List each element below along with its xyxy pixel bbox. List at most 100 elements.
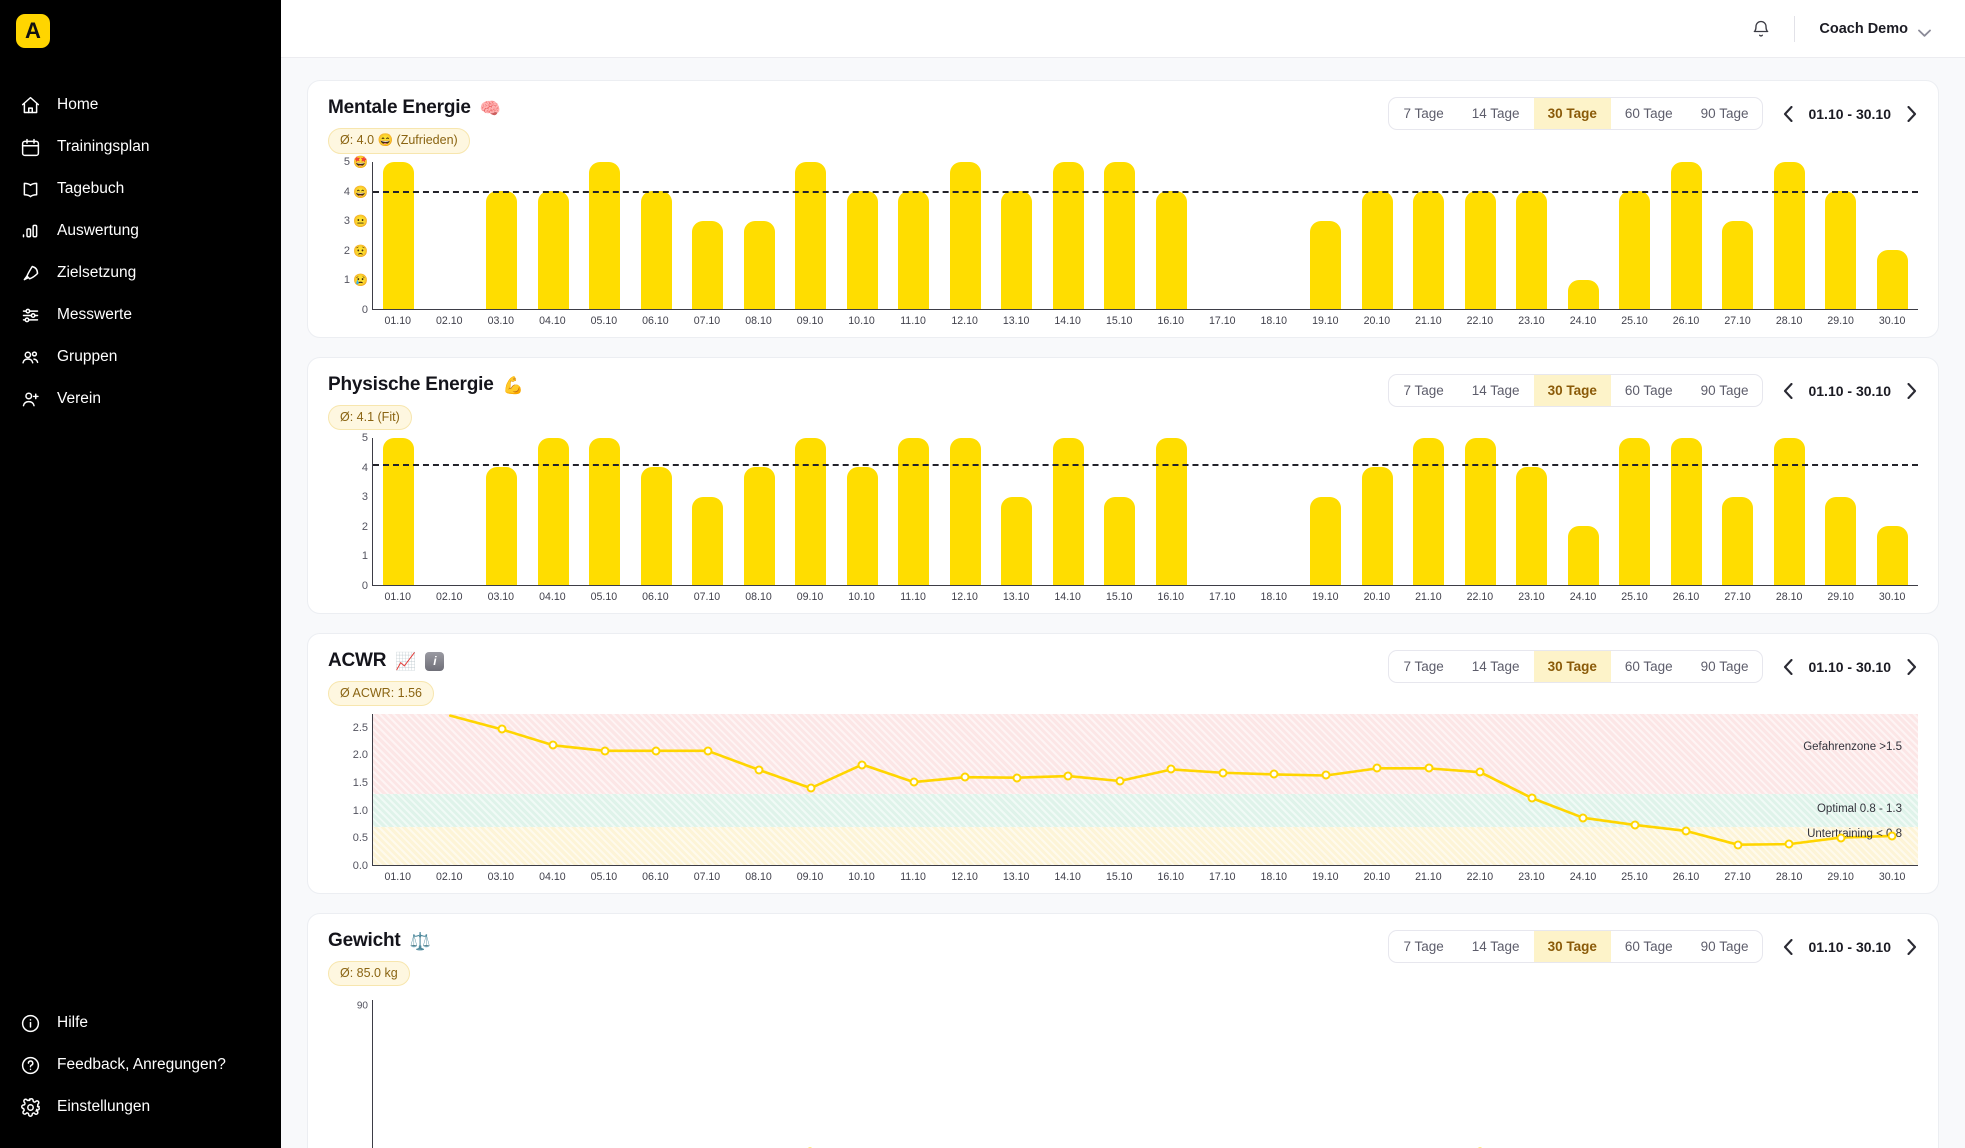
data-point[interactable]: [1578, 813, 1588, 823]
bar-column[interactable]: [1815, 438, 1867, 585]
bar-column[interactable]: [1712, 438, 1764, 585]
bar-column[interactable]: [528, 438, 580, 585]
bar[interactable]: [1825, 191, 1857, 309]
bar[interactable]: [1464, 438, 1496, 585]
range-btn-30[interactable]: 30 Tage: [1533, 651, 1611, 682]
data-point[interactable]: [1424, 763, 1434, 773]
bar-column[interactable]: [837, 162, 889, 309]
bar[interactable]: [1310, 496, 1342, 585]
data-point[interactable]: [600, 746, 610, 756]
bar[interactable]: [1619, 438, 1651, 585]
bar[interactable]: [1567, 279, 1599, 309]
data-point[interactable]: [1321, 770, 1331, 780]
bar-column[interactable]: [425, 162, 477, 309]
bar[interactable]: [846, 467, 878, 585]
data-point[interactable]: [1063, 771, 1073, 781]
data-point[interactable]: [548, 740, 558, 750]
bar-column[interactable]: [785, 438, 837, 585]
sidebar-item-tagebuch[interactable]: Tagebuch: [0, 168, 281, 210]
range-btn-30[interactable]: 30 Tage: [1533, 931, 1611, 962]
bar[interactable]: [1464, 191, 1496, 309]
bar-column[interactable]: [1455, 162, 1507, 309]
bar-column[interactable]: [940, 162, 992, 309]
bar[interactable]: [743, 467, 775, 585]
bar[interactable]: [795, 162, 827, 309]
range-btn-60[interactable]: 60 Tage: [1611, 375, 1687, 406]
sidebar-item-einstellungen[interactable]: Einstellungen: [0, 1086, 281, 1128]
range-btn-7[interactable]: 7 Tage: [1389, 375, 1457, 406]
bar-column[interactable]: [1249, 438, 1301, 585]
bar-column[interactable]: [1094, 438, 1146, 585]
bar[interactable]: [1516, 467, 1548, 585]
range-btn-60[interactable]: 60 Tage: [1611, 931, 1687, 962]
data-point[interactable]: [1784, 839, 1794, 849]
bar[interactable]: [486, 467, 518, 585]
bar-column[interactable]: [1867, 162, 1919, 309]
bar[interactable]: [1722, 220, 1754, 309]
bar[interactable]: [1876, 250, 1908, 309]
bar[interactable]: [486, 191, 518, 309]
data-point[interactable]: [909, 777, 919, 787]
bar-column[interactable]: [1558, 162, 1610, 309]
bar-column[interactable]: [1403, 438, 1455, 585]
data-point[interactable]: [1681, 826, 1691, 836]
user-menu[interactable]: Coach Demo: [1819, 21, 1931, 37]
bar[interactable]: [898, 191, 930, 309]
data-point[interactable]: [1836, 833, 1846, 843]
bar-column[interactable]: [1867, 438, 1919, 585]
bar[interactable]: [1773, 162, 1805, 309]
data-point[interactable]: [1115, 776, 1125, 786]
range-btn-7[interactable]: 7 Tage: [1389, 651, 1457, 682]
bar[interactable]: [795, 438, 827, 585]
range-btn-60[interactable]: 60 Tage: [1611, 651, 1687, 682]
bar[interactable]: [692, 220, 724, 309]
prev-period-icon[interactable]: [1781, 938, 1795, 956]
bar-column[interactable]: [425, 438, 477, 585]
bar-column[interactable]: [1764, 438, 1816, 585]
bar-column[interactable]: [991, 438, 1043, 585]
bar[interactable]: [1722, 496, 1754, 585]
data-point[interactable]: [1269, 769, 1279, 779]
range-btn-14[interactable]: 14 Tage: [1458, 651, 1534, 682]
next-period-icon[interactable]: [1904, 382, 1918, 400]
data-point[interactable]: [754, 765, 764, 775]
bar[interactable]: [1104, 496, 1136, 585]
range-btn-90[interactable]: 90 Tage: [1687, 651, 1763, 682]
bar[interactable]: [1310, 220, 1342, 309]
bar-column[interactable]: [1506, 438, 1558, 585]
bar-column[interactable]: [1661, 438, 1713, 585]
bar[interactable]: [1052, 162, 1084, 309]
bar-column[interactable]: [682, 438, 734, 585]
sidebar-item-hilfe[interactable]: Hilfe: [0, 1002, 281, 1044]
data-point[interactable]: [1475, 767, 1485, 777]
bar-column[interactable]: [1352, 162, 1404, 309]
bar[interactable]: [589, 438, 621, 585]
bar[interactable]: [1619, 191, 1651, 309]
bar[interactable]: [1773, 438, 1805, 585]
bar-column[interactable]: [1146, 438, 1198, 585]
bar[interactable]: [743, 220, 775, 309]
data-point[interactable]: [1166, 764, 1176, 774]
bar[interactable]: [640, 191, 672, 309]
bar-column[interactable]: [1300, 162, 1352, 309]
data-point[interactable]: [1887, 831, 1897, 841]
bar-column[interactable]: [837, 438, 889, 585]
bar-column[interactable]: [1043, 162, 1095, 309]
range-btn-14[interactable]: 14 Tage: [1458, 931, 1534, 962]
bar-column[interactable]: [476, 438, 528, 585]
bar[interactable]: [589, 162, 621, 309]
bar-column[interactable]: [785, 162, 837, 309]
data-point[interactable]: [497, 724, 507, 734]
range-btn-14[interactable]: 14 Tage: [1458, 375, 1534, 406]
bar-column[interactable]: [1558, 438, 1610, 585]
bar-column[interactable]: [631, 438, 683, 585]
sidebar-item-feedback[interactable]: Feedback, Anregungen?: [0, 1044, 281, 1086]
range-btn-30[interactable]: 30 Tage: [1533, 375, 1611, 406]
bar[interactable]: [1104, 162, 1136, 309]
range-btn-90[interactable]: 90 Tage: [1687, 375, 1763, 406]
range-btn-14[interactable]: 14 Tage: [1458, 98, 1534, 129]
bar[interactable]: [1361, 191, 1393, 309]
bar[interactable]: [1670, 162, 1702, 309]
bar-column[interactable]: [888, 438, 940, 585]
bar[interactable]: [1567, 526, 1599, 585]
